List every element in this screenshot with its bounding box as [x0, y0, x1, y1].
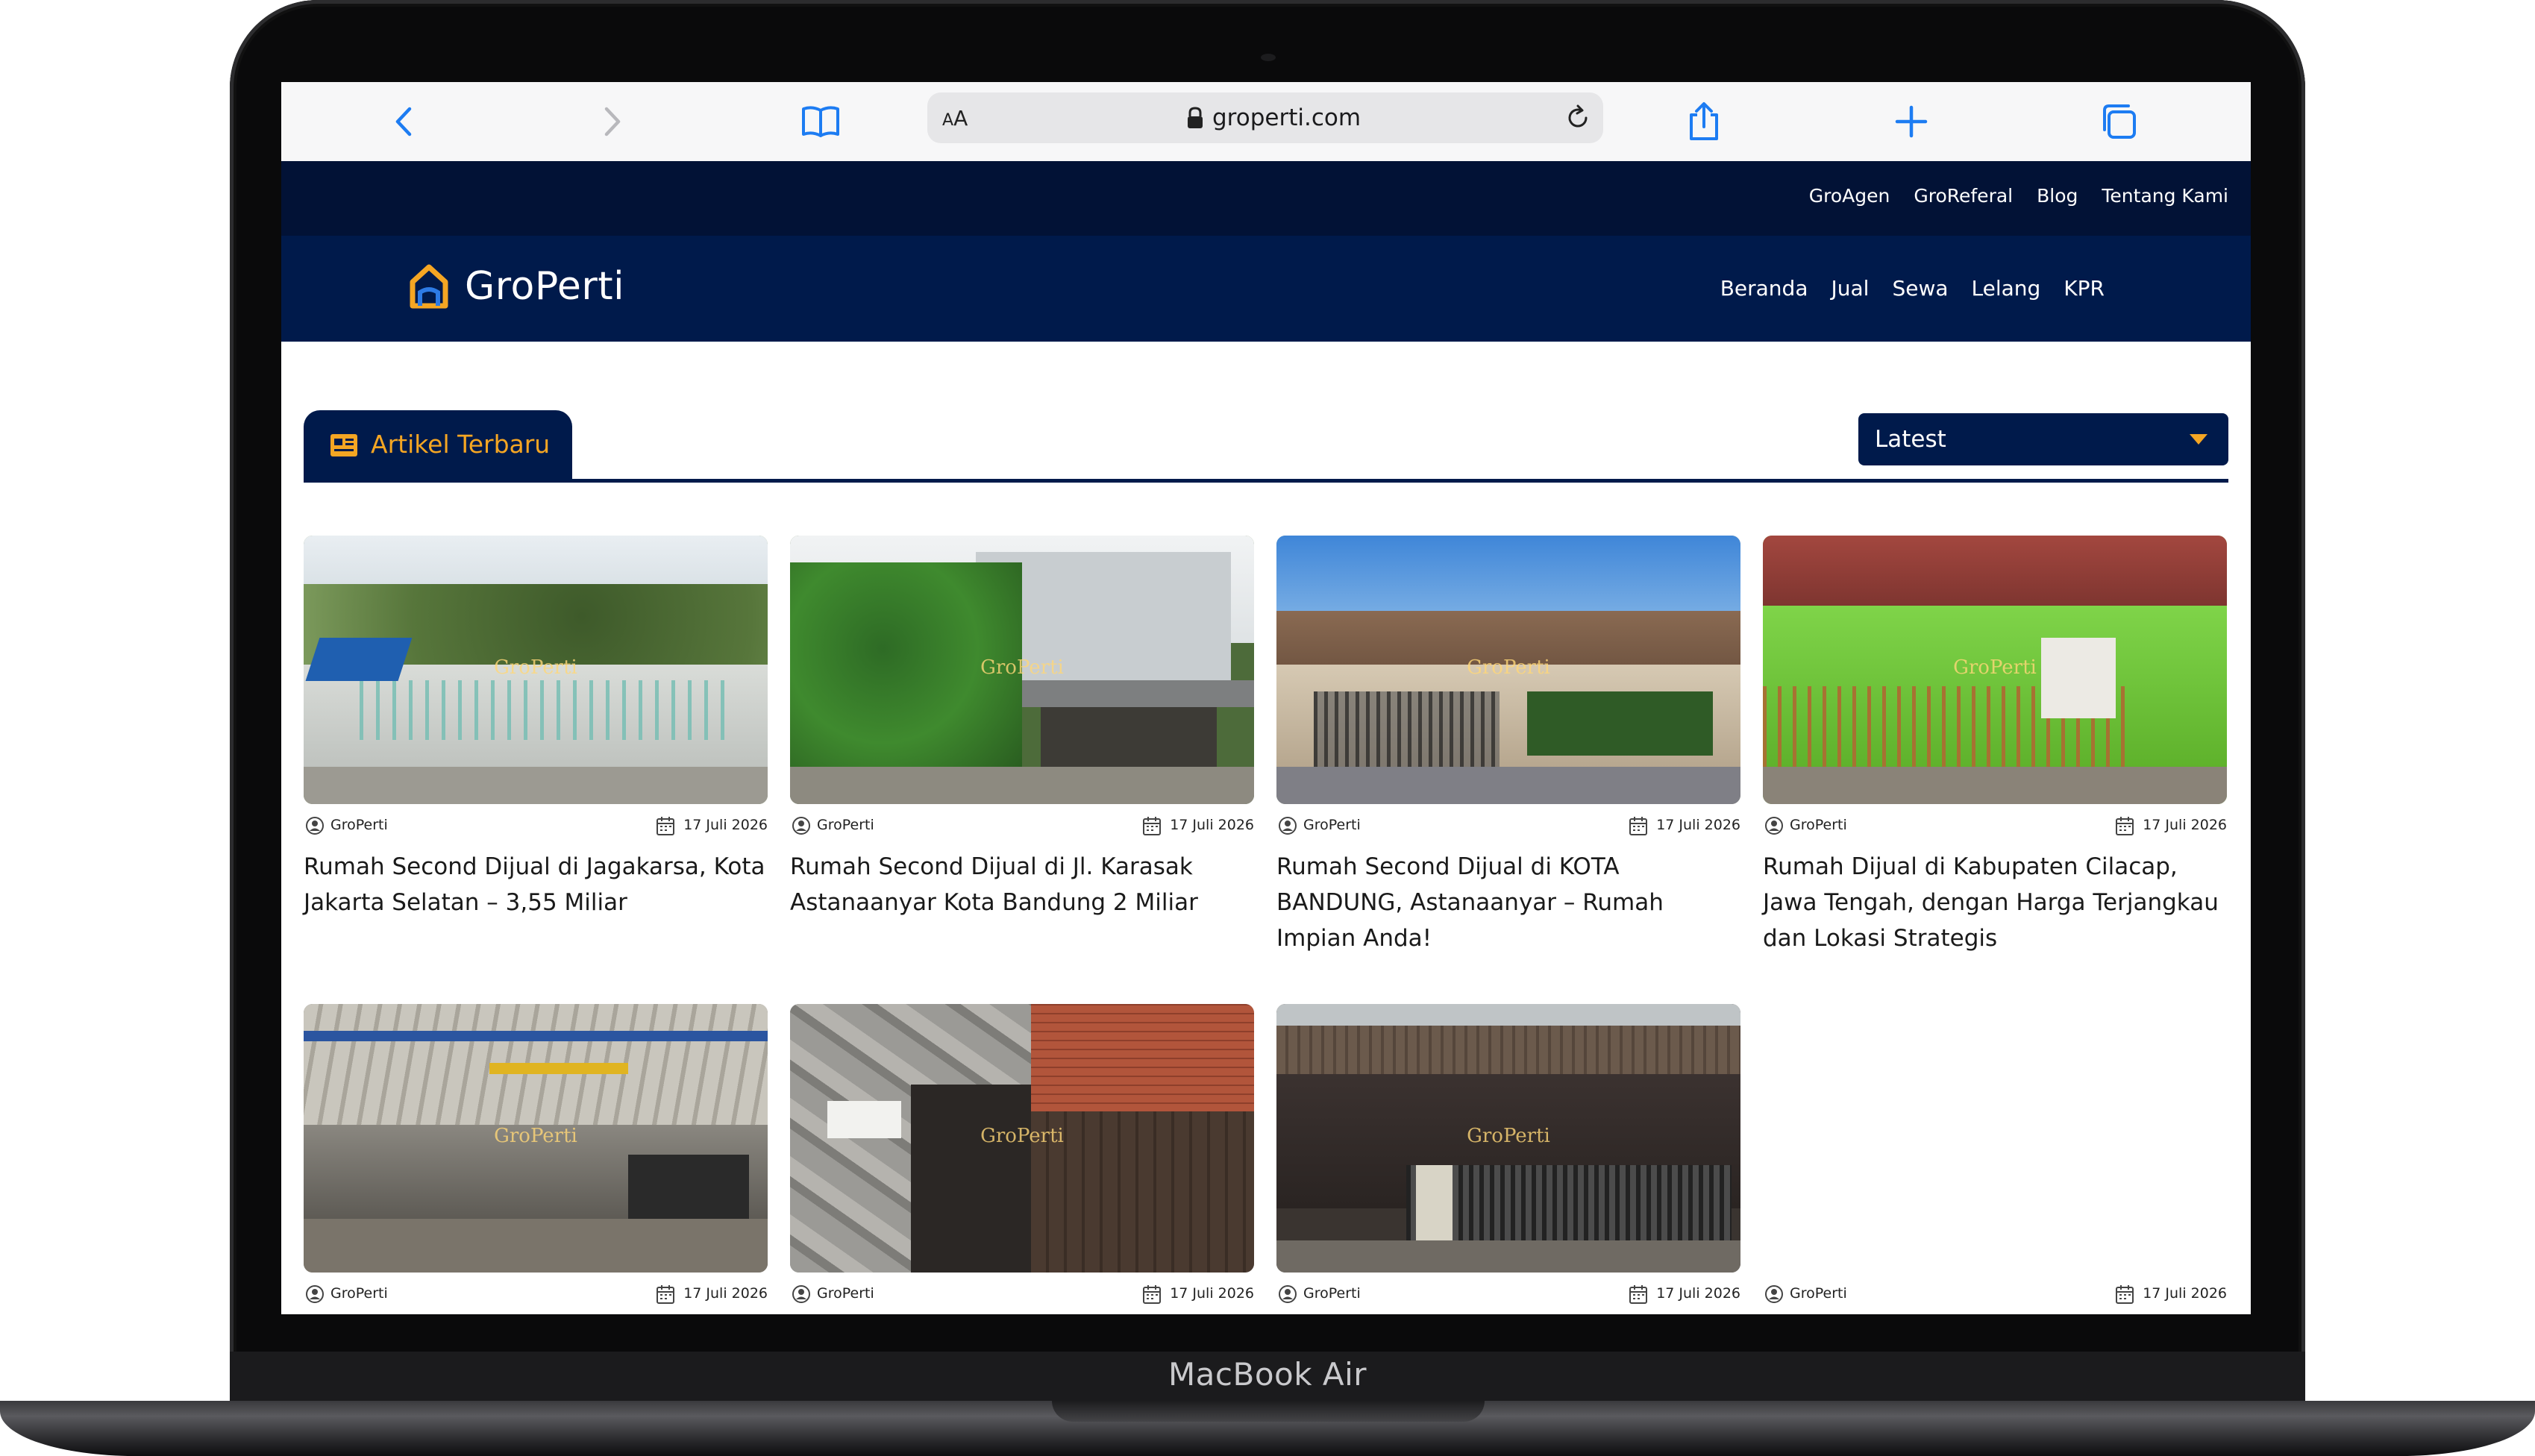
- article-date: 17 Juli 2026: [2143, 817, 2227, 833]
- back-icon[interactable]: [383, 100, 426, 143]
- bookmarks-icon[interactable]: [799, 100, 842, 143]
- reader-button[interactable]: AA: [942, 106, 968, 131]
- article-thumbnail[interactable]: GroPerti: [790, 536, 1254, 804]
- nav-beranda[interactable]: Beranda: [1720, 276, 1808, 301]
- device-label: MacBook Air: [1168, 1356, 1367, 1393]
- utility-nav: GroAgen GroReferal Blog Tentang Kami: [281, 161, 2251, 236]
- article-thumbnail[interactable]: GroPerti: [304, 536, 768, 804]
- article-date: 17 Juli 2026: [1656, 817, 1740, 833]
- article-date: 17 Juli 2026: [1170, 1285, 1254, 1302]
- article-author: GroPerti: [1790, 1285, 1847, 1302]
- article-date: 17 Juli 2026: [683, 1285, 768, 1302]
- article-author: GroPerti: [1790, 817, 1847, 833]
- article-date: 17 Juli 2026: [1170, 817, 1254, 833]
- user-icon: [306, 1285, 324, 1303]
- tab-underline: [304, 479, 2228, 483]
- article-thumbnail[interactable]: GroPerti: [790, 1004, 1254, 1273]
- article-date: 17 Juli 2026: [2143, 1285, 2227, 1302]
- article-author: GroPerti: [330, 1285, 388, 1302]
- thumbnail-watermark: GroPerti: [980, 656, 1064, 679]
- forward-icon[interactable]: [590, 100, 633, 143]
- screen: AA groperti.com GroAgen GroReferal Blog …: [281, 82, 2251, 1314]
- brand-name[interactable]: GroPerti: [465, 264, 624, 309]
- article-meta: GroPerti 17 Juli 2026: [304, 1283, 768, 1305]
- nav-blog[interactable]: Blog: [2037, 185, 2078, 207]
- article-meta: GroPerti 17 Juli 2026: [304, 815, 768, 837]
- tabs-icon[interactable]: [2097, 100, 2140, 143]
- new-tab-icon[interactable]: [1890, 100, 1933, 143]
- thumbnail-watermark: GroPerti: [1467, 1125, 1550, 1147]
- reader-large-a: A: [953, 106, 968, 131]
- nav-sewa[interactable]: Sewa: [1892, 276, 1948, 301]
- nav-lelang[interactable]: Lelang: [1972, 276, 2041, 301]
- article-title[interactable]: Rumah Second Dijual di Jagakarsa, Kota J…: [304, 849, 768, 920]
- user-icon: [1765, 817, 1783, 835]
- address-bar[interactable]: AA groperti.com: [927, 92, 1603, 143]
- section-header: Artikel Terbaru Latest: [304, 401, 2228, 483]
- article-author: GroPerti: [1303, 1285, 1361, 1302]
- url-text: groperti.com: [1212, 104, 1361, 131]
- user-icon: [1279, 817, 1297, 835]
- house-logo-icon[interactable]: [407, 263, 451, 310]
- lock-icon: [1188, 107, 1203, 128]
- article-meta: GroPerti 17 Juli 2026: [1763, 815, 2227, 837]
- user-icon: [1279, 1285, 1297, 1303]
- calendar-icon: [1143, 1285, 1161, 1304]
- article-thumbnail[interactable]: GroPerti: [304, 1004, 768, 1273]
- article-meta: GroPerti 17 Juli 2026: [1763, 1283, 2227, 1305]
- browser-toolbar: AA groperti.com: [281, 82, 2251, 162]
- article-meta: GroPerti 17 Juli 2026: [1276, 1283, 1740, 1305]
- chevron-down-icon: [2190, 434, 2207, 445]
- calendar-icon: [2116, 1285, 2134, 1304]
- thumbnail-watermark: GroPerti: [494, 656, 577, 679]
- nav-groagen[interactable]: GroAgen: [1809, 185, 1890, 207]
- article-author: GroPerti: [1303, 817, 1361, 833]
- user-icon: [306, 817, 324, 835]
- nav-groreferal[interactable]: GroReferal: [1914, 185, 2013, 207]
- share-icon[interactable]: [1682, 100, 1726, 143]
- calendar-icon: [657, 817, 674, 835]
- article-title[interactable]: Rumah Second Dijual di KOTA BANDUNG, Ast…: [1276, 849, 1740, 956]
- thumbnail-watermark: GroPerti: [1467, 656, 1550, 679]
- nav-jual[interactable]: Jual: [1831, 276, 1869, 301]
- newspaper-icon: [330, 434, 357, 456]
- reader-small-a: A: [942, 111, 954, 130]
- tab-label: Artikel Terbaru: [371, 430, 551, 459]
- thumbnail-watermark: GroPerti: [980, 1125, 1064, 1147]
- article-meta: GroPerti 17 Juli 2026: [790, 1283, 1254, 1305]
- sort-selected-value: Latest: [1875, 426, 1946, 453]
- article-date: 17 Juli 2026: [1656, 1285, 1740, 1302]
- article-thumbnail[interactable]: GroPerti: [1276, 1004, 1740, 1273]
- article-title[interactable]: Rumah Second Dijual di Jl. Karasak Astan…: [790, 849, 1254, 920]
- thumbnail-watermark: GroPerti: [494, 1125, 577, 1147]
- calendar-icon: [1629, 817, 1647, 835]
- main-header: GroPerti Beranda Jual Sewa Lelang KPR: [281, 236, 2251, 342]
- article-author: GroPerti: [817, 817, 874, 833]
- article-meta: GroPerti 17 Juli 2026: [790, 815, 1254, 837]
- user-icon: [1765, 1285, 1783, 1303]
- calendar-icon: [1143, 817, 1161, 835]
- calendar-icon: [1629, 1285, 1647, 1304]
- article-date: 17 Juli 2026: [683, 817, 768, 833]
- reload-icon[interactable]: [1563, 103, 1593, 133]
- thumbnail-watermark: GroPerti: [1953, 656, 2037, 679]
- laptop-notch: [1052, 1401, 1485, 1422]
- article-author: GroPerti: [817, 1285, 874, 1302]
- nav-kpr[interactable]: KPR: [2064, 276, 2105, 301]
- tab-artikel-terbaru[interactable]: Artikel Terbaru: [304, 410, 572, 482]
- camera: [1261, 54, 1276, 61]
- calendar-icon: [2116, 817, 2134, 835]
- user-icon: [792, 817, 810, 835]
- article-meta: GroPerti 17 Juli 2026: [1276, 815, 1740, 837]
- article-thumbnail[interactable]: GroPerti: [1276, 536, 1740, 804]
- user-icon: [792, 1285, 810, 1303]
- article-thumbnail[interactable]: GroPerti: [1763, 536, 2227, 804]
- article-title[interactable]: Rumah Dijual di Kabupaten Cilacap, Jawa …: [1763, 849, 2227, 956]
- article-author: GroPerti: [330, 817, 388, 833]
- nav-tentang-kami[interactable]: Tentang Kami: [2102, 185, 2228, 207]
- calendar-icon: [657, 1285, 674, 1304]
- sort-select[interactable]: Latest: [1858, 413, 2228, 465]
